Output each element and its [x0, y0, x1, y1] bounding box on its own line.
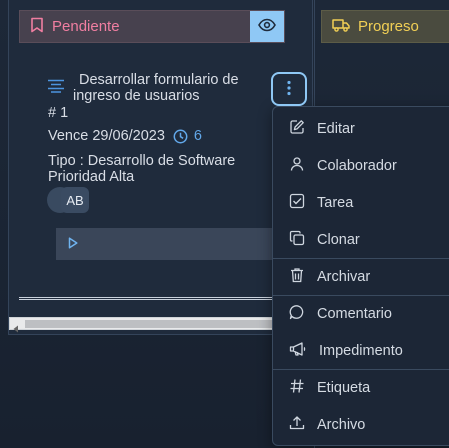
task-priority: Prioridad Alta [48, 169, 135, 185]
edit-icon [289, 119, 305, 139]
task-title-line1: Desarrollar formulario de [79, 72, 239, 88]
menu-item-editar[interactable]: Editar [273, 111, 449, 147]
menu-item-label: Impedimento [319, 343, 403, 359]
copy-icon [289, 230, 305, 250]
task-meta: Tipo : Desarrollo de Software Prioridad … [48, 153, 235, 185]
menu-item-label: Clonar [317, 232, 360, 248]
menu-item-label: Editar [317, 121, 355, 137]
task-due: Vence 29/06/2023 6 [48, 128, 202, 144]
megaphone-icon [289, 341, 307, 361]
menu-item-label: Colaborador [317, 158, 397, 174]
avatar-initials[interactable]: AB [61, 187, 89, 213]
start-task-bar[interactable] [56, 228, 282, 260]
user-icon [289, 156, 305, 176]
column-title: Progreso [358, 18, 419, 35]
column-header-progreso: Progreso [321, 10, 449, 43]
eye-icon [258, 18, 276, 35]
column-divider [19, 297, 311, 300]
task-title[interactable]: Desarrollar formulario de ingreso de usu… [47, 72, 272, 104]
menu-item-tarea[interactable]: Tarea [273, 185, 449, 221]
menu-item-label: Tarea [317, 195, 354, 211]
toggle-visibility-button[interactable] [250, 11, 284, 42]
avatar-group: AB [47, 187, 89, 213]
list-icon [47, 79, 65, 96]
column-title: Pendiente [52, 18, 120, 35]
task-title-line2: ingreso de usuarios [73, 88, 200, 104]
due-date: Vence 29/06/2023 [48, 128, 165, 144]
column-pendiente: Pendiente Desarrollar formulario de ingr… [8, 0, 313, 335]
more-vertical-icon [287, 80, 291, 99]
upload-icon [289, 415, 305, 435]
menu-item-archivar[interactable]: Archivar [273, 259, 449, 295]
scroll-left-icon[interactable] [12, 320, 20, 336]
kanban-board: Pendiente Desarrollar formulario de ingr… [0, 0, 449, 448]
checkbox-icon [289, 193, 305, 213]
task-card[interactable]: Desarrollar formulario de ingreso de usu… [47, 60, 307, 260]
scrollbar-thumb[interactable] [25, 320, 293, 328]
menu-item-clonar[interactable]: Clonar [273, 222, 449, 258]
column-header-pendiente: Pendiente [19, 10, 285, 43]
task-options-button[interactable] [271, 72, 307, 106]
menu-item-archivo[interactable]: Archivo [273, 407, 449, 443]
bookmark-icon [30, 17, 44, 36]
menu-item-comentario[interactable]: Comentario [273, 296, 449, 332]
time-count: 6 [193, 128, 202, 144]
trash-icon [289, 267, 305, 287]
task-options-menu: Editar Colaborador Tarea Clonar Archivar… [272, 106, 449, 446]
horizontal-scrollbar[interactable] [9, 317, 299, 333]
clock-icon [173, 129, 188, 144]
task-title-row: Desarrollar formulario de ingreso de usu… [47, 72, 272, 104]
menu-item-etiqueta[interactable]: Etiqueta [273, 370, 449, 406]
task-number: # 1 [48, 105, 69, 121]
hash-icon [289, 378, 305, 398]
menu-item-impedimento[interactable]: Impedimento [273, 333, 449, 369]
comment-icon [289, 304, 305, 324]
truck-icon [332, 18, 350, 35]
menu-item-label: Comentario [317, 306, 392, 322]
play-icon [68, 236, 78, 252]
menu-item-label: Archivar [317, 269, 371, 285]
menu-item-colaborador[interactable]: Colaborador [273, 148, 449, 184]
task-type: Tipo : Desarrollo de Software [48, 153, 236, 169]
menu-item-label: Etiqueta [317, 380, 371, 396]
menu-item-label: Archivo [317, 417, 366, 433]
